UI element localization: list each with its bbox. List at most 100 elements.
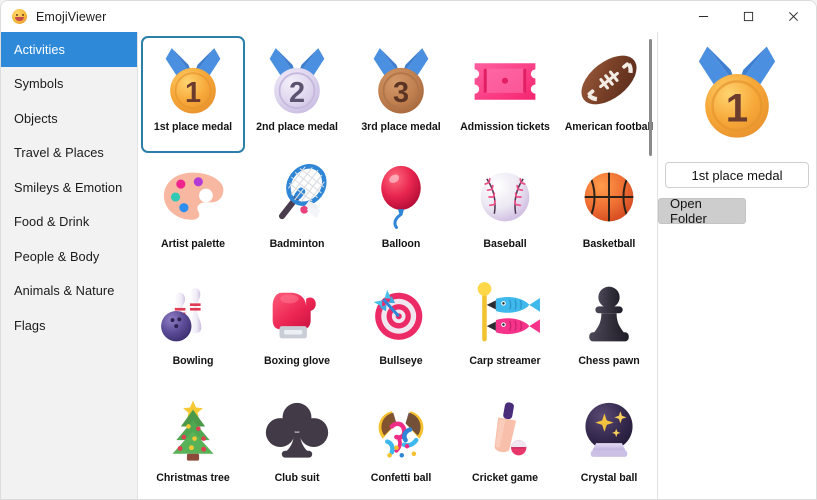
- emoji-tile[interactable]: Carp streamer: [453, 270, 557, 387]
- emoji-tile-label: Chess pawn: [578, 355, 640, 367]
- emoji-tile[interactable]: Boxing glove: [245, 270, 349, 387]
- sidebar-item-food-drink[interactable]: Food & Drink: [1, 205, 137, 240]
- emoji-tile-label: Crystal ball: [580, 472, 638, 484]
- emoji-tile-label: Baseball: [483, 238, 527, 250]
- open-folder-button[interactable]: Open Folder: [658, 196, 746, 226]
- sidebar-item-people-body[interactable]: People & Body: [1, 239, 137, 274]
- chess-pawn-icon: [571, 276, 647, 352]
- emoji-tile[interactable]: Confetti ball: [349, 387, 453, 499]
- christmas-tree-icon: [155, 393, 231, 469]
- smiley-face-icon: [12, 9, 27, 24]
- carp-streamer-icon: [467, 276, 543, 352]
- sidebar-item-label: Food & Drink: [14, 214, 90, 230]
- badminton-icon: [259, 159, 335, 235]
- sidebar-item-label: Objects: [14, 110, 58, 126]
- emoji-tile-label: Confetti ball: [370, 472, 432, 484]
- sidebar-item-label: Animals & Nature: [14, 283, 115, 299]
- sidebar-item-label: Flags: [14, 317, 46, 333]
- svg-text:1: 1: [185, 77, 201, 109]
- emoji-tile[interactable]: Baseball: [453, 153, 557, 270]
- emoji-tile-label: 2nd place medal: [256, 121, 338, 133]
- confetti-ball-icon: [363, 393, 439, 469]
- emoji-grid: 1 1st place medal 2 2nd place medal 3 3rd p…: [138, 32, 657, 499]
- title-bar: EmojiViewer: [1, 1, 816, 32]
- app-title: EmojiViewer: [36, 9, 107, 24]
- emoji-tile[interactable]: 3 3rd place medal: [349, 36, 453, 153]
- emoji-tile-label: Carp streamer: [469, 355, 541, 367]
- title-bar-left: EmojiViewer: [1, 9, 681, 24]
- emoji-tile-label: Basketball: [582, 238, 636, 250]
- emoji-tile[interactable]: Crystal ball: [557, 387, 657, 499]
- close-icon[interactable]: [771, 1, 816, 32]
- svg-text:2: 2: [289, 77, 305, 109]
- window-body: Activities Symbols Objects Travel & Places S…: [1, 32, 816, 499]
- grid-scrollbar-thumb[interactable]: [649, 39, 652, 156]
- minimize-icon[interactable]: [681, 1, 726, 32]
- basketball-icon: [571, 159, 647, 235]
- emoji-tile[interactable]: Badminton: [245, 153, 349, 270]
- emoji-tile-label: Bowling: [172, 355, 214, 367]
- sidebar-item-objects[interactable]: Objects: [1, 101, 137, 136]
- sidebar-item-travel-places[interactable]: Travel & Places: [1, 136, 137, 171]
- football-icon: [571, 42, 647, 118]
- sidebar-item-activities[interactable]: Activities: [1, 32, 137, 67]
- emoji-tile-label: Cricket game: [472, 472, 538, 484]
- emoji-tile[interactable]: 1 1st place medal: [141, 36, 245, 153]
- emoji-tile[interactable]: 2 2nd place medal: [245, 36, 349, 153]
- sidebar-item-label: Symbols: [14, 76, 64, 92]
- svg-text:3: 3: [393, 77, 409, 109]
- emoji-tile-label: Admission tickets: [460, 121, 550, 133]
- app-window: EmojiViewer Activities Symbols Objects Trav…: [0, 0, 817, 500]
- sidebar-item-animals-nature[interactable]: Animals & Nature: [1, 274, 137, 309]
- cricket-game-icon: [467, 393, 543, 469]
- palette-icon: [155, 159, 231, 235]
- emoji-grid-panel: 1 1st place medal 2 2nd place medal 3 3rd p…: [138, 32, 658, 499]
- emoji-name-input[interactable]: 1st place medal: [665, 162, 809, 188]
- sidebar-item-smileys-emotion[interactable]: Smileys & Emotion: [1, 170, 137, 205]
- category-sidebar: Activities Symbols Objects Travel & Places S…: [1, 32, 138, 499]
- svg-text:1: 1: [726, 86, 748, 131]
- ticket-icon: [467, 42, 543, 118]
- sidebar-item-label: Activities: [14, 41, 65, 57]
- emoji-tile[interactable]: Cricket game: [453, 387, 557, 499]
- emoji-tile-label: American football: [564, 121, 654, 133]
- emoji-tile[interactable]: Balloon: [349, 153, 453, 270]
- medal-gold-icon: 1: [155, 42, 231, 118]
- emoji-tile-label: Christmas tree: [156, 472, 230, 484]
- emoji-tile[interactable]: Club suit: [245, 387, 349, 499]
- emoji-tile-label: Club suit: [274, 472, 320, 484]
- medal-bronze-icon: 3: [363, 42, 439, 118]
- emoji-tile[interactable]: Basketball: [557, 153, 657, 270]
- club-suit-icon: [259, 393, 335, 469]
- emoji-tile[interactable]: Bowling: [141, 270, 245, 387]
- bullseye-icon: [363, 276, 439, 352]
- balloon-icon: [363, 159, 439, 235]
- emoji-tile-label: Boxing glove: [264, 355, 330, 367]
- emoji-tile-label: 1st place medal: [153, 121, 233, 133]
- emoji-tile[interactable]: Admission tickets: [453, 36, 557, 153]
- emoji-tile[interactable]: Bullseye: [349, 270, 453, 387]
- sidebar-item-flags[interactable]: Flags: [1, 308, 137, 343]
- emoji-tile[interactable]: American football: [557, 36, 657, 153]
- emoji-tile[interactable]: Christmas tree: [141, 387, 245, 499]
- emoji-tile-label: Balloon: [381, 238, 421, 250]
- boxing-glove-icon: [259, 276, 335, 352]
- baseball-icon: [467, 159, 543, 235]
- emoji-tile[interactable]: Artist palette: [141, 153, 245, 270]
- grid-scrollbar[interactable]: [644, 32, 657, 499]
- emoji-tile[interactable]: Chess pawn: [557, 270, 657, 387]
- sidebar-item-symbols[interactable]: Symbols: [1, 67, 137, 102]
- maximize-icon[interactable]: [726, 1, 771, 32]
- preview-emoji-image: 1: [684, 38, 790, 144]
- emoji-tile-label: Badminton: [269, 238, 325, 250]
- emoji-tile-label: 3rd place medal: [361, 121, 441, 133]
- crystal-ball-icon: [571, 393, 647, 469]
- medal-silver-icon: 2: [259, 42, 335, 118]
- sidebar-item-label: People & Body: [14, 248, 100, 264]
- bowling-icon: [155, 276, 231, 352]
- emoji-tile-label: Artist palette: [160, 238, 226, 250]
- preview-panel: 1 1st place medal Open Folder: [658, 32, 816, 499]
- window-controls: [681, 1, 816, 32]
- sidebar-item-label: Travel & Places: [14, 145, 104, 161]
- emoji-tile-label: Bullseye: [379, 355, 423, 367]
